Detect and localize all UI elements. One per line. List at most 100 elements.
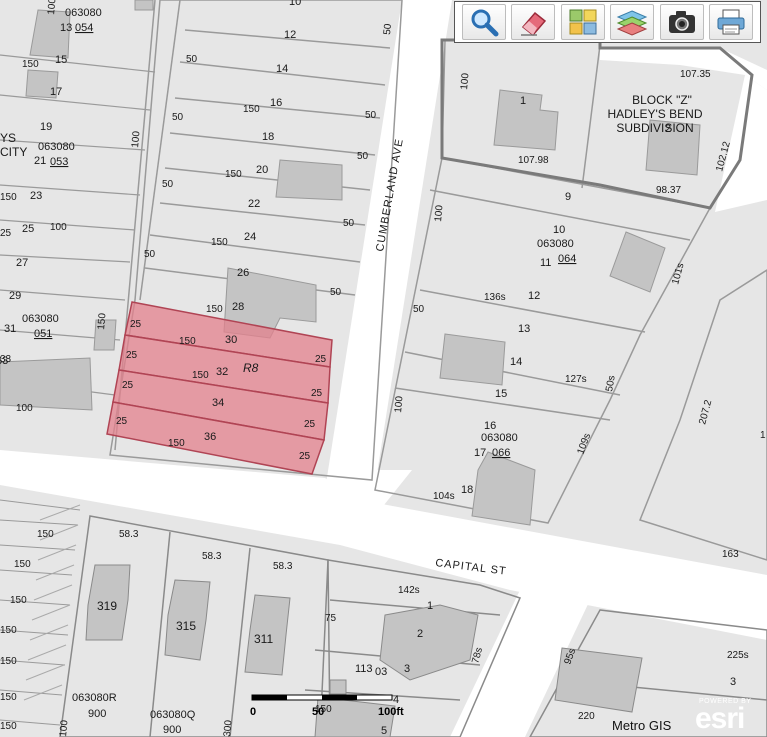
- lot-number: 5: [381, 725, 387, 737]
- lot-number: 21: [34, 155, 46, 167]
- lot-number: 15: [55, 54, 67, 66]
- lot-number: 22: [248, 198, 260, 210]
- print-button[interactable]: [709, 4, 754, 40]
- dimension-label: 50: [343, 218, 355, 229]
- dimension-label: 58.3: [119, 529, 139, 540]
- map-id-top: 063080: [65, 7, 102, 19]
- dimension-label: 50: [382, 23, 394, 35]
- dimension-label: 25: [116, 416, 128, 427]
- scale-end: 100ft: [378, 706, 404, 718]
- esri-wordmark: esri: [695, 702, 745, 735]
- lot-number: 19: [40, 121, 52, 133]
- dimension-label: 100: [393, 395, 405, 413]
- map-id-top: 063080: [22, 313, 59, 325]
- esri-logo[interactable]: POWERED BY esri: [693, 698, 763, 735]
- dimension-label: 104s: [433, 491, 455, 502]
- dimension-label: 150: [96, 312, 108, 330]
- dimension-label: 25: [130, 319, 142, 330]
- dimension-label: 150: [0, 192, 17, 203]
- dimension-label: 75: [325, 613, 337, 624]
- lot-number: 10: [553, 224, 565, 236]
- lot-number: 17: [50, 86, 62, 98]
- map-id-top: 063080R: [72, 692, 117, 704]
- zoom-button[interactable]: [461, 4, 506, 40]
- partial-label-2: CITY: [0, 145, 27, 159]
- dimension-label: 50: [357, 151, 369, 162]
- lot-number: 03: [375, 666, 387, 678]
- basemap-layers-button[interactable]: [610, 4, 655, 40]
- layers-grid-button[interactable]: [560, 4, 605, 40]
- dimension-label: 150: [0, 692, 17, 703]
- lot-number: 18: [461, 484, 473, 496]
- lot-number: 20: [256, 164, 268, 176]
- lot-number: 17: [474, 447, 486, 459]
- lot-number: 23: [30, 190, 42, 202]
- eraser-icon: [521, 11, 547, 37]
- dimension-label: 150: [179, 336, 196, 347]
- dimension-label: 150: [14, 559, 31, 570]
- stacked-layers-icon: [616, 10, 648, 36]
- parcel-map[interactable]: CUMBERLAND AVE CAPITAL ST BLOCK "Z" HADL…: [0, 0, 767, 737]
- dimension-label: 25: [315, 354, 327, 365]
- dimension-label: 150: [0, 721, 17, 732]
- map-id-bottom: 064: [558, 253, 576, 265]
- dimension-label: 1: [760, 430, 766, 441]
- partial-label-1: YS: [0, 131, 16, 145]
- lot-number: 25: [22, 223, 34, 235]
- lot-number: 13: [518, 323, 530, 335]
- lot-number: 26: [237, 267, 249, 279]
- subdivision-line1: BLOCK "Z": [632, 93, 692, 107]
- map-id-bottom: 066: [492, 447, 510, 459]
- lot-number: 2: [665, 123, 671, 135]
- map-id-bottom: 900: [163, 724, 181, 736]
- dimension-label: 100: [433, 204, 445, 222]
- dimension-label: 142s: [398, 585, 420, 596]
- house-number: 311: [254, 632, 273, 646]
- dimension-label: 150: [225, 169, 242, 180]
- printer-icon: [717, 9, 745, 35]
- lot-number: 27: [16, 257, 28, 269]
- lot-number: 1: [427, 600, 433, 612]
- dimension-label: 150: [192, 370, 209, 381]
- snapshot-button[interactable]: [659, 4, 704, 40]
- dimension-label: 50: [365, 110, 377, 121]
- lot-number: 24: [244, 231, 256, 243]
- lot-number: 36: [204, 431, 216, 443]
- subdivision-line3: SUBDIVISION: [616, 121, 693, 135]
- dimension-label: 150: [206, 304, 223, 315]
- lot-number: 13: [60, 22, 72, 34]
- map-id-top: 063080: [537, 238, 574, 250]
- lot-number: 28: [232, 301, 244, 313]
- map-toolbar: [454, 1, 761, 43]
- lot-number: 16: [484, 420, 496, 432]
- dimension-label: 100: [130, 130, 142, 148]
- dimension-label: 50: [172, 112, 184, 123]
- lot-number: 14: [276, 63, 288, 75]
- lot-number: 34: [212, 397, 224, 409]
- scale-mid: 50: [312, 706, 324, 718]
- dimension-label: 150: [22, 59, 39, 70]
- dimension-label: 50: [186, 54, 198, 65]
- lot-number: 31: [4, 323, 16, 335]
- lot-number: 12: [528, 290, 540, 302]
- scale-zero: 0: [250, 706, 256, 718]
- map-id-top: 063080: [38, 141, 75, 153]
- subdivision-line2: HADLEY'S BEND: [608, 107, 703, 121]
- dimension-label: 100: [16, 403, 33, 414]
- dimension-label: 58.3: [202, 551, 222, 562]
- dimension-label: 100: [459, 72, 471, 90]
- house-number: 315: [176, 619, 196, 633]
- dimension-label: 127s: [565, 374, 587, 385]
- dimension-label: 225s: [727, 650, 749, 661]
- dimension-label: 107.98: [518, 155, 549, 166]
- lot-number: 30: [225, 334, 237, 346]
- map-id-bottom: 051: [34, 328, 52, 340]
- lot-number: 10: [289, 0, 301, 8]
- map-id-bottom: 054: [75, 22, 93, 34]
- lot-number: 113: [355, 663, 373, 675]
- lot-number: 2: [417, 628, 423, 640]
- eraser-button[interactable]: [511, 4, 556, 40]
- dimension-label: 25: [299, 451, 311, 462]
- dimension-label: 150: [168, 438, 185, 449]
- lot-number: 1: [520, 95, 526, 107]
